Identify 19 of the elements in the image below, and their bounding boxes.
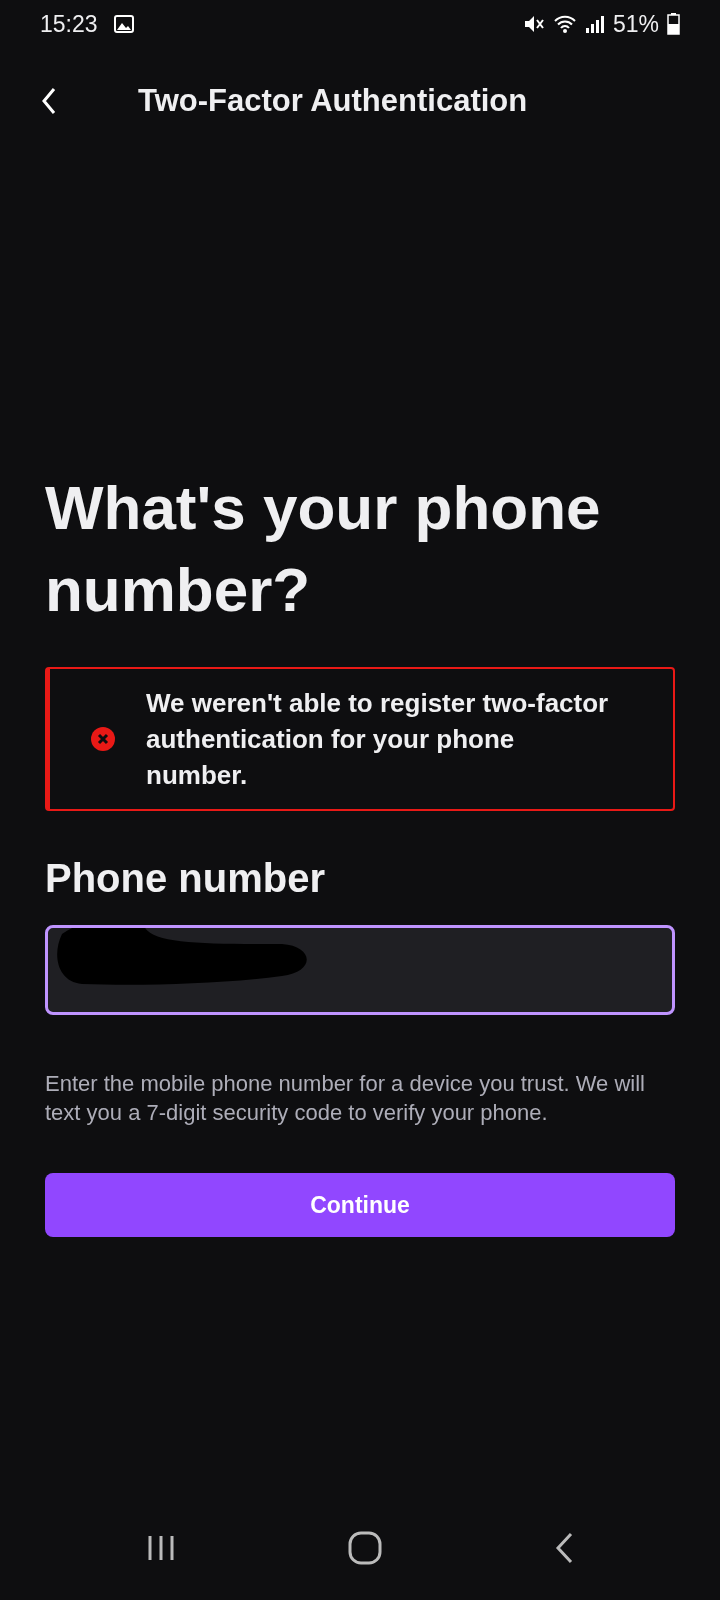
home-icon[interactable] <box>348 1531 382 1565</box>
mute-icon <box>522 14 545 34</box>
recent-apps-icon[interactable] <box>146 1534 176 1562</box>
wifi-icon <box>552 14 577 34</box>
image-icon <box>113 15 134 33</box>
error-icon <box>90 726 116 752</box>
field-label: Phone number <box>45 855 327 902</box>
battery-level: 51% <box>612 9 659 39</box>
continue-button[interactable]: Continue <box>45 1173 675 1237</box>
heading: What's your phone number? <box>45 472 602 626</box>
chevron-left-icon <box>40 86 58 116</box>
helper-text: Enter the mobile phone number for a device you trust. We will text you a 7-digit security code to verify your phone. <box>45 1070 646 1127</box>
status-time: 15:23 <box>40 9 98 39</box>
phone-input-field[interactable] <box>45 925 675 1015</box>
battery-icon <box>667 13 680 35</box>
error-message: We weren't able to register two-factor authentication for your phone number. <box>146 687 610 792</box>
signal-icon <box>584 14 605 34</box>
back-icon[interactable] <box>554 1532 574 1564</box>
page-title: Two-Factor Authentication <box>138 81 528 120</box>
